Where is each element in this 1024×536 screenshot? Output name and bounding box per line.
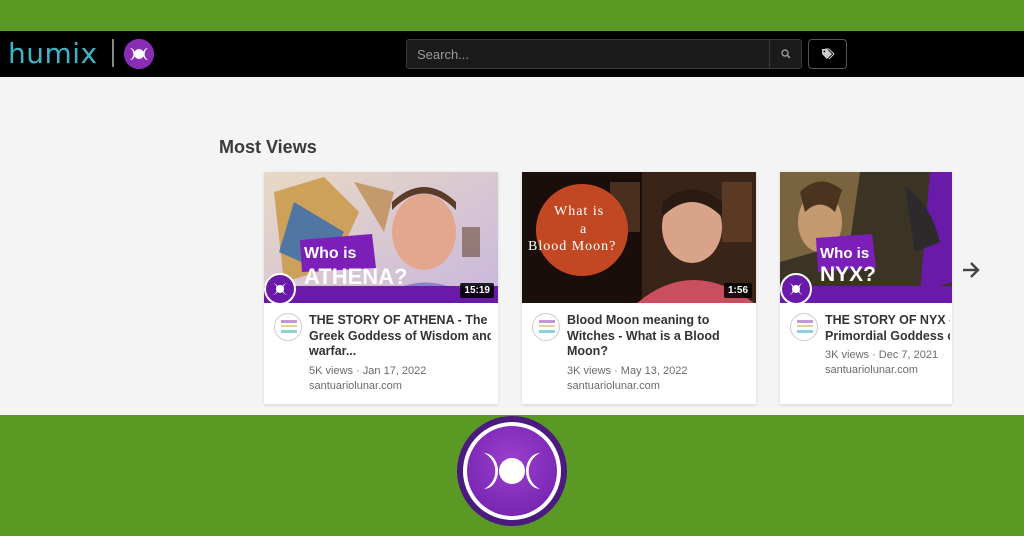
tags-button[interactable] xyxy=(808,39,847,69)
thumbnail-title-line1: Who is xyxy=(820,245,870,262)
thumbnail-title-line2: ATHENA? xyxy=(304,264,408,289)
channel-name[interactable]: santuariolunar.com xyxy=(567,379,687,394)
video-thumbnail[interactable]: Who is ATHENA? 15:19 xyxy=(264,172,498,303)
video-meta: 3K views · May 13, 2022 santuariolunar.c… xyxy=(567,364,687,394)
channel-avatar[interactable] xyxy=(274,313,302,341)
video-stats: 3K views · Dec 7, 2021 xyxy=(825,349,939,361)
blood-moon-thumbnail-image xyxy=(522,172,756,303)
main-content: Most Views Who is ATHENA? 15:19 THE STOR… xyxy=(0,77,1024,415)
thumbnail-title-line1: Who is xyxy=(304,245,357,262)
thumbnail-title-line1: What is xyxy=(554,204,605,219)
section-title: Most Views xyxy=(219,137,317,157)
video-thumbnail[interactable]: Who is NYX? xyxy=(780,172,952,303)
logo-divider xyxy=(112,39,114,67)
humix-logo[interactable]: humix xyxy=(8,37,98,70)
navbar: humix xyxy=(0,31,1024,77)
channel-avatar[interactable] xyxy=(532,313,560,341)
video-thumbnail[interactable]: What is a Blood Moon? 1:56 xyxy=(522,172,756,303)
video-title[interactable]: THE STORY OF ATHENA - The Greek Goddess … xyxy=(309,313,491,360)
tag-icon xyxy=(821,48,835,60)
video-stats: 3K views · May 13, 2022 xyxy=(567,365,688,377)
channel-name[interactable]: santuariolunar.com xyxy=(309,379,426,394)
video-card[interactable]: What is a Blood Moon? 1:56 Blood Moon me… xyxy=(522,172,756,404)
video-card[interactable]: Who is NYX? THE STORY OF NYX - G Primord… xyxy=(780,172,952,404)
video-title[interactable]: THE STORY OF NYX - G Primordial Goddess … xyxy=(825,313,950,344)
video-duration: 15:19 xyxy=(460,283,494,298)
thumbnail-title-line2: a xyxy=(580,222,587,237)
channel-name[interactable]: santuariolunar.com xyxy=(825,363,938,378)
video-card[interactable]: Who is ATHENA? 15:19 THE STORY OF ATHENA… xyxy=(264,172,498,404)
triple-moon-logo-icon[interactable] xyxy=(124,39,154,69)
video-title[interactable]: Blood Moon meaning to Witches - What is … xyxy=(567,313,749,360)
channel-avatar[interactable] xyxy=(790,313,818,341)
search-icon xyxy=(780,49,791,59)
video-meta: 3K views · Dec 7, 2021 santuariolunar.co… xyxy=(825,348,938,378)
thumbnail-title-line2: NYX? xyxy=(820,263,877,286)
arrow-right-icon[interactable] xyxy=(960,259,982,281)
top-green-band xyxy=(0,0,1024,31)
thumbnail-title-line3: Blood Moon? xyxy=(528,239,617,254)
search-input[interactable] xyxy=(407,40,769,68)
triple-moon-emblem-icon xyxy=(457,416,567,526)
search-bar xyxy=(406,39,802,69)
video-meta: 5K views · Jan 17, 2022 santuariolunar.c… xyxy=(309,364,426,394)
video-duration: 1:56 xyxy=(723,283,752,298)
search-button[interactable] xyxy=(769,40,801,68)
video-stats: 5K views · Jan 17, 2022 xyxy=(309,365,427,377)
